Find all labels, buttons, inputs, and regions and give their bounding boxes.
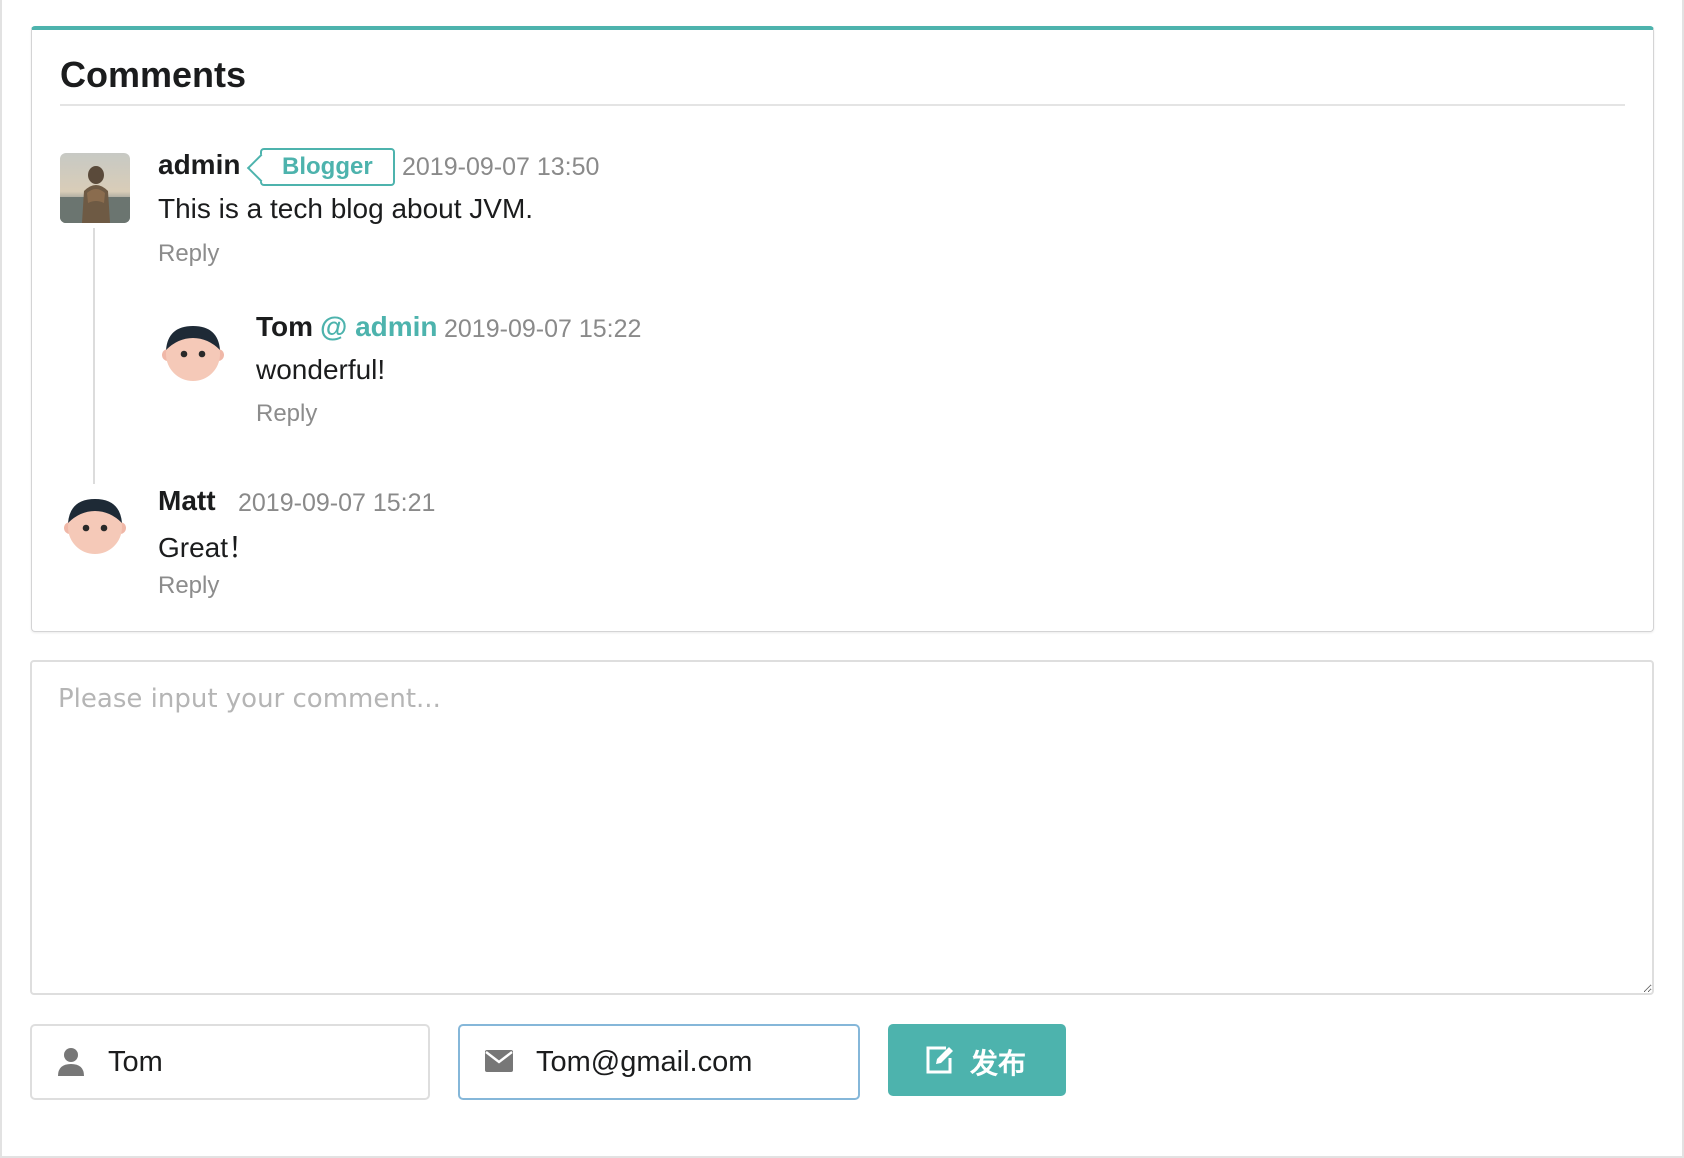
name-input[interactable]	[108, 1026, 408, 1098]
comment-text: This is a tech blog about JVM.	[158, 193, 534, 224]
email-field[interactable]	[458, 1024, 860, 1100]
reply-mention[interactable]: @ admin	[320, 311, 438, 343]
email-input[interactable]	[536, 1026, 836, 1098]
cartoon-face-avatar-image	[64, 499, 126, 554]
thread-line	[93, 228, 95, 484]
cartoon-face-avatar-image	[162, 326, 224, 381]
reply-text: wonderful!	[256, 354, 386, 385]
reply-link[interactable]: Reply	[158, 572, 219, 600]
admin-avatar[interactable]	[60, 153, 130, 223]
publish-button[interactable]: 发布	[888, 1024, 1066, 1096]
envelope-icon	[484, 1049, 514, 1078]
name-field[interactable]	[30, 1024, 430, 1100]
reply-link[interactable]: Reply	[256, 400, 317, 428]
reply-link[interactable]: Reply	[158, 240, 219, 268]
title-divider	[60, 104, 1625, 106]
comments-title: Comments	[60, 54, 247, 95]
comment-timestamp: 2019-09-07 15:21	[238, 489, 436, 517]
matt-avatar[interactable]	[60, 493, 130, 563]
publish-label: 发布	[970, 1047, 1027, 1080]
edit-icon	[924, 1044, 956, 1083]
comment-author[interactable]: admin	[158, 149, 240, 181]
comment-author[interactable]: Matt	[158, 485, 216, 517]
reply-author[interactable]: Tom	[256, 311, 313, 343]
photo-avatar-image	[60, 153, 130, 223]
comment-text: Great！	[158, 532, 257, 563]
reply-timestamp: 2019-09-07 15:22	[444, 315, 642, 343]
comment-textarea[interactable]	[30, 660, 1654, 995]
user-icon	[56, 1046, 86, 1081]
tom-avatar[interactable]	[158, 318, 228, 388]
blogger-badge: Blogger	[260, 148, 395, 186]
comment-timestamp: 2019-09-07 13:50	[402, 153, 600, 181]
